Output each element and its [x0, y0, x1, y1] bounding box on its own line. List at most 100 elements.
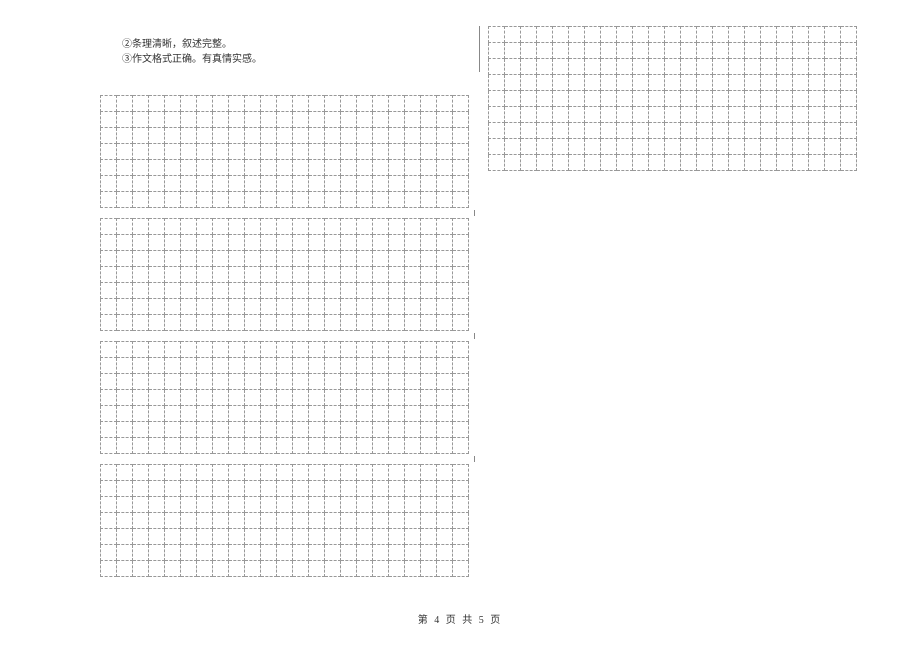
writing-cell	[261, 358, 277, 374]
writing-cell	[713, 107, 729, 123]
writing-cell	[761, 59, 777, 75]
writing-cell	[117, 283, 133, 299]
writing-cell	[729, 91, 745, 107]
section-tick	[474, 333, 475, 339]
writing-cell	[341, 497, 357, 513]
writing-cell	[453, 561, 469, 577]
writing-cell	[261, 390, 277, 406]
writing-cell	[197, 192, 213, 208]
writing-cell	[437, 374, 453, 390]
writing-cell	[761, 139, 777, 155]
writing-cell	[357, 192, 373, 208]
writing-cell	[537, 43, 553, 59]
writing-cell	[245, 497, 261, 513]
writing-cell	[405, 342, 421, 358]
writing-cell	[165, 267, 181, 283]
writing-cell	[325, 112, 341, 128]
writing-cell	[453, 390, 469, 406]
writing-cell	[245, 358, 261, 374]
writing-cell	[101, 342, 117, 358]
writing-cell	[809, 43, 825, 59]
writing-cell	[261, 144, 277, 160]
writing-cell	[633, 59, 649, 75]
writing-cell	[521, 139, 537, 155]
writing-cell	[197, 219, 213, 235]
writing-cell	[165, 251, 181, 267]
writing-cell	[357, 315, 373, 331]
writing-cell	[149, 342, 165, 358]
writing-cell	[585, 43, 601, 59]
writing-cell	[245, 160, 261, 176]
writing-cell	[453, 112, 469, 128]
writing-cell	[309, 390, 325, 406]
writing-cell	[825, 139, 841, 155]
writing-cell	[761, 75, 777, 91]
writing-cell	[229, 438, 245, 454]
writing-cell	[341, 342, 357, 358]
writing-cell	[277, 235, 293, 251]
writing-cell	[389, 144, 405, 160]
writing-cell	[293, 390, 309, 406]
writing-cell	[341, 219, 357, 235]
writing-cell	[761, 27, 777, 43]
writing-cell	[505, 107, 521, 123]
writing-cell	[437, 112, 453, 128]
writing-cell	[437, 545, 453, 561]
writing-cell	[341, 545, 357, 561]
writing-cell	[197, 422, 213, 438]
writing-cell	[389, 96, 405, 112]
writing-cell	[197, 251, 213, 267]
writing-cell	[181, 144, 197, 160]
writing-cell	[293, 374, 309, 390]
writing-cell	[357, 497, 373, 513]
writing-cell	[229, 513, 245, 529]
writing-cell	[245, 315, 261, 331]
writing-cell	[277, 545, 293, 561]
writing-cell	[149, 112, 165, 128]
writing-cell	[341, 192, 357, 208]
writing-cell	[101, 112, 117, 128]
writing-cell	[585, 123, 601, 139]
writing-cell	[713, 27, 729, 43]
writing-cell	[537, 75, 553, 91]
writing-cell	[213, 422, 229, 438]
writing-cell	[617, 27, 633, 43]
writing-cell	[405, 374, 421, 390]
writing-cell	[229, 315, 245, 331]
writing-cell	[421, 513, 437, 529]
writing-cell	[309, 112, 325, 128]
writing-cell	[245, 438, 261, 454]
writing-cell	[309, 192, 325, 208]
writing-cell	[841, 75, 857, 91]
writing-cell	[101, 299, 117, 315]
writing-cell	[293, 251, 309, 267]
writing-cell	[165, 315, 181, 331]
writing-cell	[181, 406, 197, 422]
writing-cell	[373, 283, 389, 299]
writing-cell	[229, 96, 245, 112]
writing-cell	[405, 545, 421, 561]
writing-cell	[181, 390, 197, 406]
writing-cell	[405, 561, 421, 577]
writing-cell	[261, 219, 277, 235]
writing-cell	[537, 91, 553, 107]
writing-cell	[633, 123, 649, 139]
writing-cell	[649, 139, 665, 155]
writing-cell	[277, 192, 293, 208]
writing-cell	[213, 267, 229, 283]
writing-cell	[149, 497, 165, 513]
writing-cell	[405, 497, 421, 513]
writing-cell	[793, 91, 809, 107]
writing-cell	[373, 96, 389, 112]
writing-cell	[133, 219, 149, 235]
writing-cell	[117, 481, 133, 497]
writing-cell	[229, 465, 245, 481]
writing-cell	[309, 342, 325, 358]
writing-cell	[373, 390, 389, 406]
writing-cell	[453, 358, 469, 374]
writing-cell	[357, 251, 373, 267]
writing-cell	[745, 107, 761, 123]
writing-cell	[149, 267, 165, 283]
writing-cell	[841, 155, 857, 171]
writing-cell	[761, 91, 777, 107]
